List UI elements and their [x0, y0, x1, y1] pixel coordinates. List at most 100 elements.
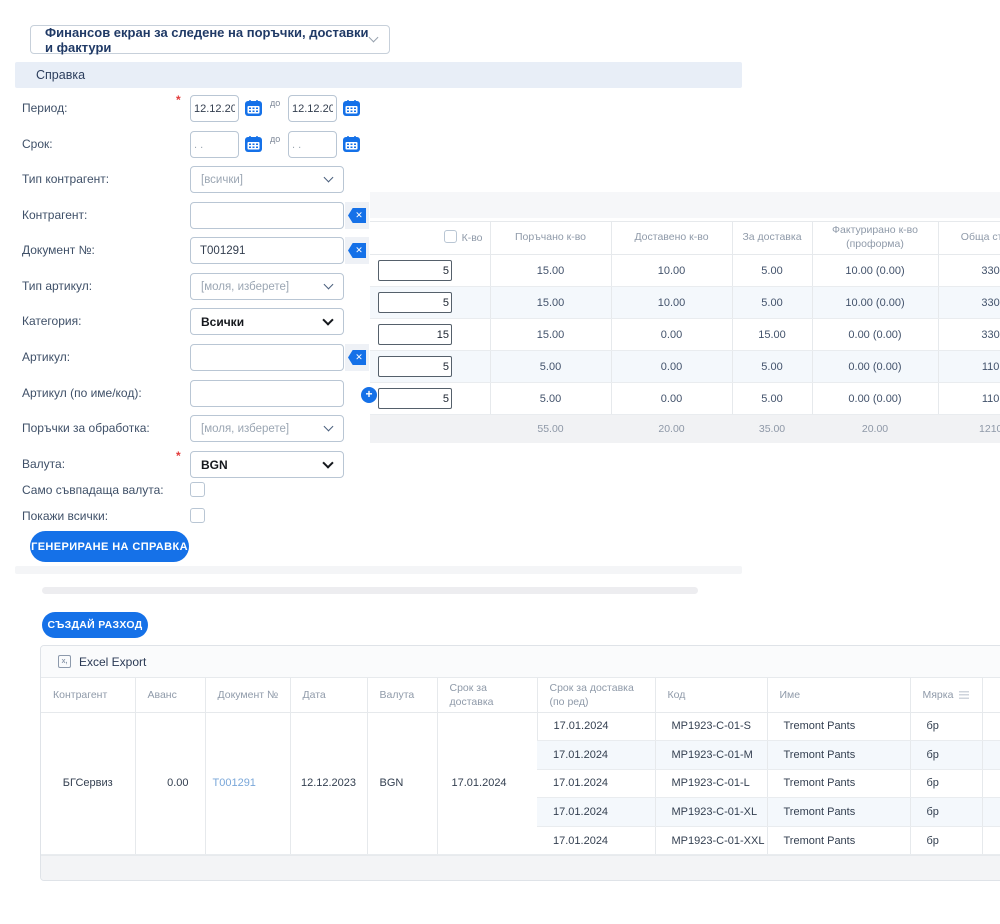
document-no-input[interactable]	[190, 237, 344, 264]
ordered-cell: 5.00	[490, 351, 611, 383]
expense-header-row: Контрагент Аванс Документ № Дата Валута …	[41, 678, 1000, 712]
term-label: Срок:	[22, 131, 53, 158]
orders-processing-select[interactable]: [моля, изберете]	[190, 415, 344, 442]
qty-cell	[370, 255, 490, 287]
create-expense-button[interactable]: СЪЗДАЙ РАЗХОД	[42, 612, 148, 638]
period-from-input[interactable]	[190, 95, 239, 122]
qty-input[interactable]	[378, 260, 452, 281]
category-select[interactable]: Всички	[190, 308, 344, 335]
name-cell: Tremont Pants	[767, 741, 910, 770]
for-delivery-cell: 5.00	[732, 287, 812, 319]
clear-pad: ✕	[345, 237, 369, 264]
for-delivery-cell: 5.00	[732, 351, 812, 383]
table-row: БГСервиз 0.00 T001291 12.12.2023 BGN 17.…	[41, 712, 1000, 741]
orders-processing-label: Поръчки за обработка:	[22, 415, 150, 442]
document-no-row: Документ №: ✕	[0, 237, 395, 264]
calendar-icon[interactable]	[245, 136, 262, 152]
qty-input[interactable]	[378, 324, 452, 345]
for-delivery-cell: 5.00	[732, 255, 812, 287]
unit-cell: бр	[910, 741, 982, 770]
matching-currency-checkbox[interactable]	[190, 482, 205, 497]
article-input[interactable]	[190, 344, 344, 371]
calendar-icon[interactable]	[245, 100, 262, 116]
horizontal-scrollbar[interactable]	[42, 587, 698, 594]
chevron-down-icon	[324, 422, 334, 432]
delivered-cell: 0.00	[611, 351, 732, 383]
unit-header-label: Мярка	[923, 689, 954, 701]
totals-for-delivery: 35.00	[732, 415, 812, 443]
expense-table: Контрагент Аванс Документ № Дата Валута …	[41, 678, 1000, 855]
document-header: Документ №	[205, 678, 290, 712]
clear-icon[interactable]: ✕	[348, 350, 366, 365]
generate-report-button[interactable]: ГЕНЕРИРАНЕ НА СПРАВКА	[30, 531, 189, 562]
invoiced-cell: 10.00 (0.00)	[812, 255, 938, 287]
article-type-select[interactable]: [моля, изберете]	[190, 273, 344, 300]
calendar-icon[interactable]	[343, 100, 360, 116]
document-link[interactable]: T001291	[213, 777, 256, 789]
table-row: 5.00 0.00 5.00 0.00 (0.00) 110.00	[370, 351, 1000, 383]
delivered-cell: 0.00	[611, 319, 732, 351]
ordered-cell: 5.00	[490, 383, 611, 415]
article-type-label: Тип артикул:	[22, 273, 92, 300]
contractor-header: Контрагент	[41, 678, 135, 712]
table-row: 15.00 10.00 5.00 10.00 (0.00) 330.00	[370, 255, 1000, 287]
excel-export-bar: x, Excel Export	[41, 646, 1000, 678]
contractor-input[interactable]	[190, 202, 344, 229]
contractor-type-value: [всички]	[201, 174, 243, 186]
term-from-input[interactable]	[190, 131, 239, 158]
article-by-name-row: Артикул (по име/код):	[0, 380, 395, 407]
article-by-name-input[interactable]	[190, 380, 344, 407]
section-header: Справка	[15, 62, 742, 88]
clear-icon[interactable]: ✕	[348, 243, 366, 258]
extra-cell	[982, 769, 1000, 798]
delivered-cell: 10.00	[611, 287, 732, 319]
name-cell: Tremont Pants	[767, 712, 910, 741]
show-all-row: Покажи всички:	[0, 508, 395, 526]
invoiced-header: Фактурирано к-во (проформа)	[812, 222, 938, 255]
contractor-type-select[interactable]: [всички]	[190, 166, 344, 193]
term-by-row-cell: 17.01.2024	[537, 798, 655, 827]
advance-header: Аванс	[135, 678, 205, 712]
extra-header	[982, 678, 1000, 712]
totals-total: 1210.00	[938, 415, 1000, 443]
date-header: Дата	[290, 678, 367, 712]
name-header: Име	[767, 678, 910, 712]
clear-icon[interactable]: ✕	[348, 208, 366, 223]
article-by-name-label: Артикул (по име/код):	[22, 380, 142, 407]
totals-empty-cell	[370, 415, 490, 443]
period-row: Период: * до	[0, 95, 395, 122]
matching-currency-row: Само съвпадаща валута:	[0, 482, 395, 500]
add-icon[interactable]: +	[361, 387, 377, 403]
term-to-input[interactable]	[288, 131, 337, 158]
qty-input[interactable]	[378, 292, 452, 313]
qty-input[interactable]	[378, 388, 452, 409]
delivered-header: Доставено к-во	[611, 222, 732, 255]
name-cell: Tremont Pants	[767, 798, 910, 827]
chevron-down-icon	[369, 33, 379, 43]
unit-header: Мярка	[910, 678, 982, 712]
contractor-type-row: Тип контрагент: [всички]	[0, 166, 395, 193]
total-cell: 330.00	[938, 287, 1000, 319]
screen-selector-dropdown[interactable]: Финансов екран за следене на поръчки, до…	[30, 25, 390, 54]
period-to-input[interactable]	[288, 95, 337, 122]
calendar-icon[interactable]	[343, 136, 360, 152]
term-by-row-cell: 17.01.2024	[537, 712, 655, 741]
to-separator: до	[270, 134, 280, 144]
chevron-down-icon	[324, 280, 334, 290]
currency-select[interactable]: BGN	[190, 451, 344, 478]
total-cell: 110.00	[938, 351, 1000, 383]
excel-export-link[interactable]: Excel Export	[79, 655, 146, 669]
show-all-checkbox[interactable]	[190, 508, 205, 523]
totals-invoiced: 20.00	[812, 415, 938, 443]
term-row: Срок: до	[0, 131, 395, 158]
qty-input[interactable]	[378, 356, 452, 377]
chevron-down-icon	[322, 314, 333, 325]
report-results-panel: К-во Поръчано к-во Доставено к-во За дос…	[370, 192, 1000, 443]
select-all-checkbox[interactable]	[444, 230, 457, 243]
unit-cell: бр	[910, 712, 982, 741]
ordered-cell: 15.00	[490, 319, 611, 351]
sort-icon[interactable]	[959, 691, 969, 699]
total-header: Обща стойност	[938, 222, 1000, 255]
currency-row: Валута: * BGN	[0, 451, 395, 478]
code-cell: MP1923-C-01-S	[655, 712, 767, 741]
